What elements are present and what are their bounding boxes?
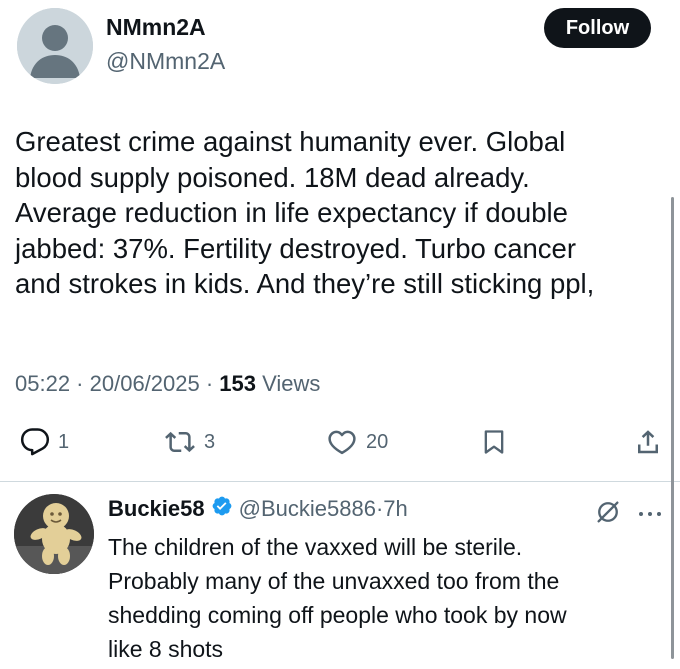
views-label[interactable]: Views	[256, 371, 320, 396]
tweet-text-line: blood supply poisoned. 18M dead already.	[15, 161, 530, 193]
tweet-text-line: Greatest crime against humanity ever. Gl…	[15, 126, 566, 157]
repost-count: 3	[204, 430, 216, 453]
author-display-name[interactable]: NMmn2A	[106, 12, 206, 42]
more-dots-icon[interactable]	[636, 506, 664, 516]
scrollbar[interactable]	[671, 197, 674, 659]
author-handle[interactable]: @NMmn2A	[106, 46, 225, 76]
heart-outline-icon	[328, 430, 356, 455]
reply-text-line: The children of the vaxxed will be steri…	[108, 534, 523, 560]
grok-slash-icon[interactable]	[594, 498, 622, 526]
bookmark-button[interactable]	[480, 424, 508, 460]
tweet-date[interactable]: 20/06/2025	[90, 371, 200, 396]
reply-time[interactable]: 7h	[383, 496, 407, 522]
reply-tweet[interactable]: Buckie58 @Buckie5886 · 7h The children o…	[0, 482, 680, 669]
reply-button[interactable]: 1	[20, 424, 69, 460]
tweet-metadata: 05:22 · 20/06/2025 · 153 Views	[15, 369, 320, 399]
reply-count: 1	[58, 430, 70, 453]
repost-button[interactable]: 3	[164, 424, 215, 460]
follow-button[interactable]: Follow	[544, 8, 651, 48]
main-tweet: NMmn2A @NMmn2A Follow Greatest crime aga…	[0, 0, 680, 480]
share-button[interactable]	[633, 424, 663, 460]
reply-separator: ·	[375, 496, 384, 521]
meta-separator: ·	[70, 371, 90, 396]
reply-author-avatar[interactable]	[14, 494, 94, 574]
reply-text-line: shedding coming off people who took by n…	[108, 602, 567, 628]
tweet-time[interactable]: 05:22	[15, 371, 70, 396]
tweet-body: Greatest crime against humanity ever. Gl…	[15, 124, 665, 302]
tweet-text-line: Average reduction in life expectancy if …	[15, 197, 568, 228]
tweet-text-line: jabbed: 37%. Fertility destroyed. Turbo …	[15, 232, 576, 264]
bookmark-outline-icon	[484, 430, 504, 454]
speech-bubble-icon	[20, 428, 50, 456]
verified-badge-icon	[211, 495, 233, 523]
reply-text-line: like 8 shots	[108, 636, 224, 662]
author-avatar[interactable]	[17, 8, 93, 84]
meta-separator: ·	[199, 371, 220, 396]
cookie-figure-avatar-icon	[14, 494, 94, 574]
retweet-arrows-icon	[165, 431, 195, 453]
reply-display-name[interactable]: Buckie58	[108, 496, 205, 522]
reply-header: Buckie58 @Buckie5886 · 7h	[108, 494, 408, 524]
share-upload-icon	[638, 430, 658, 454]
reply-body: The children of the vaxxed will be steri…	[108, 530, 567, 666]
default-avatar-icon	[17, 8, 93, 84]
reply-text-line: Probably many of the unvaxxed too from t…	[108, 568, 560, 594]
reply-handle[interactable]: @Buckie5886	[239, 496, 376, 522]
like-button[interactable]: 20	[326, 424, 388, 460]
tweet-text-line: and strokes in kids. And they’re still s…	[15, 268, 595, 299]
views-count[interactable]: 153	[219, 371, 256, 396]
like-count: 20	[366, 430, 389, 453]
